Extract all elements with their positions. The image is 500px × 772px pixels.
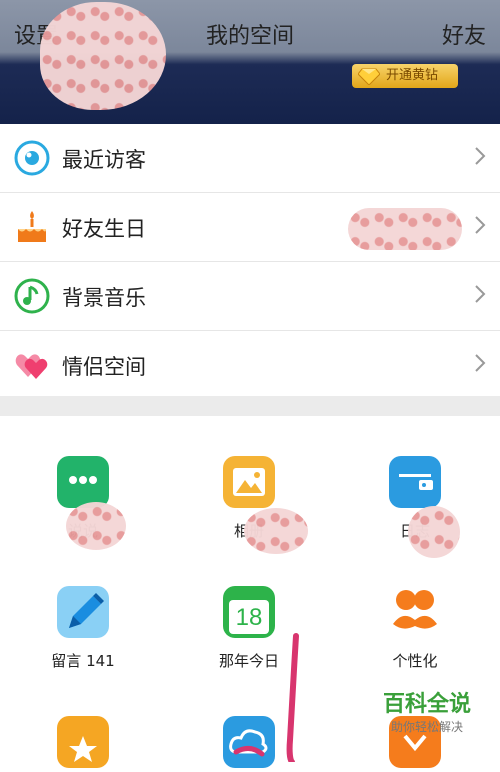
feature-list: 最近访客 好友生日 背景音乐 情侣空间 bbox=[0, 124, 500, 400]
watermark-title: 百科全说 bbox=[382, 692, 471, 717]
calendar-day: 18 bbox=[235, 604, 263, 631]
journal-icon bbox=[389, 456, 441, 508]
list-item-label: 情侣空间 bbox=[62, 355, 146, 379]
list-item-background-music[interactable]: 背景音乐 bbox=[0, 262, 500, 331]
grid-item-label: 留言 141 bbox=[51, 652, 115, 670]
watermark-subtitle: 助你轻松解决 bbox=[390, 720, 463, 734]
photo-album-icon bbox=[223, 456, 275, 508]
watermark: 百科全说 助你轻松解决 bbox=[362, 686, 492, 735]
chevron-right-icon bbox=[475, 354, 486, 372]
redaction-blob bbox=[408, 506, 460, 558]
cloud-icon bbox=[223, 716, 275, 768]
redaction-blob bbox=[244, 508, 308, 554]
grid-item-on-this-day[interactable]: 18 那年今日 bbox=[166, 586, 332, 671]
chevron-right-icon bbox=[475, 147, 486, 165]
hearts-icon bbox=[15, 354, 48, 379]
grid-item-folder[interactable] bbox=[0, 716, 166, 768]
redaction-blob bbox=[348, 208, 462, 250]
birthday-cake-icon bbox=[18, 211, 46, 242]
grid-item-cloud[interactable] bbox=[166, 716, 332, 768]
speech-bubble-icon bbox=[57, 456, 109, 508]
chevron-right-icon bbox=[475, 216, 486, 234]
mustache-icon bbox=[389, 586, 441, 638]
list-item-label: 最近访客 bbox=[62, 148, 146, 172]
list-item-recent-visitors[interactable]: 最近访客 bbox=[0, 124, 500, 193]
calendar-icon: 18 bbox=[223, 586, 275, 638]
section-divider bbox=[0, 396, 500, 416]
star-folder-icon bbox=[57, 716, 109, 768]
pen-icon bbox=[57, 586, 109, 638]
redaction-blob bbox=[66, 502, 126, 550]
diamond-icon bbox=[358, 68, 380, 85]
list-item-couple-space[interactable]: 情侣空间 bbox=[0, 331, 500, 400]
list-item-label: 好友生日 bbox=[62, 217, 146, 241]
grid-item-messages[interactable]: 留言 141 bbox=[0, 586, 166, 671]
grid-item-label: 那年今日 bbox=[218, 652, 279, 670]
eye-icon bbox=[14, 140, 50, 176]
chevron-right-icon bbox=[475, 285, 486, 303]
vip-upgrade-button[interactable]: 开通黄钻 bbox=[352, 64, 458, 88]
grid-item-label: 个性化 bbox=[392, 652, 438, 670]
grid-item-personalize[interactable]: 个性化 bbox=[332, 586, 498, 671]
vip-label: 开通黄钻 bbox=[386, 68, 439, 83]
friends-link[interactable]: 好友 bbox=[442, 18, 486, 50]
list-item-label: 背景音乐 bbox=[62, 286, 146, 310]
music-note-icon bbox=[14, 278, 50, 314]
